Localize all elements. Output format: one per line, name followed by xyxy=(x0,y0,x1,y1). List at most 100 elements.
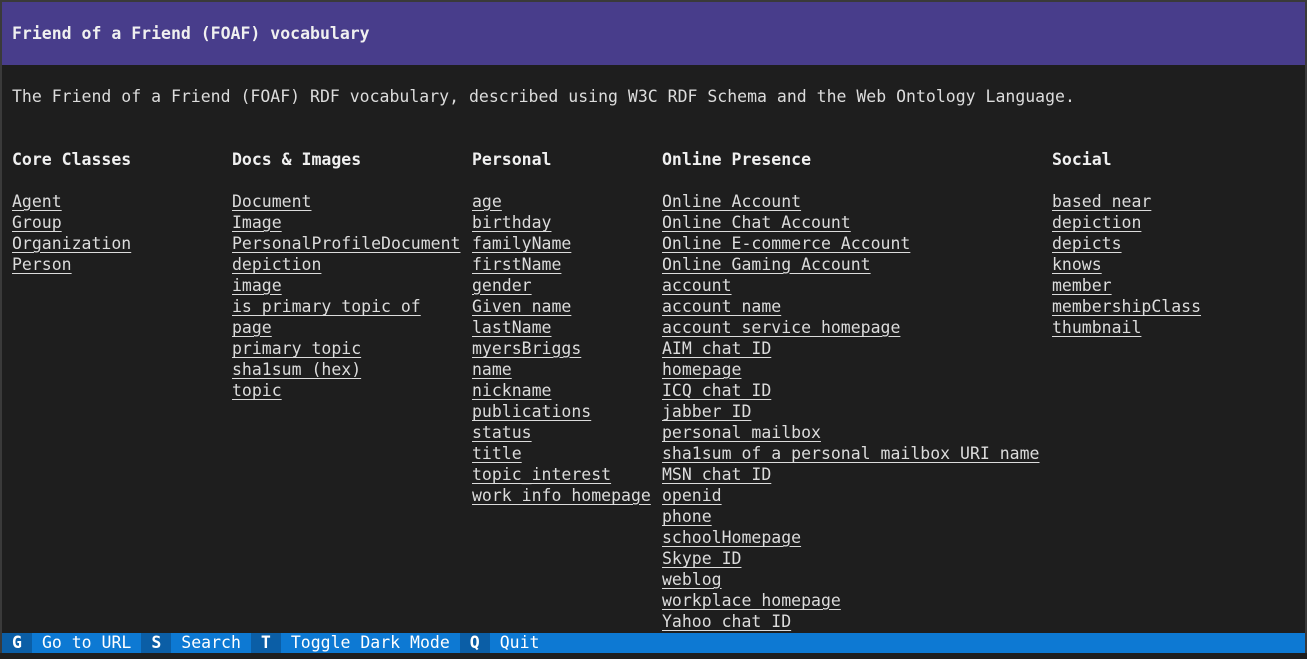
column-heading: Docs & Images xyxy=(232,150,362,169)
vocabulary-term-link[interactable]: AIM chat ID xyxy=(662,339,771,358)
vocabulary-term-link[interactable]: Image xyxy=(232,213,282,232)
list-item: knows xyxy=(1052,254,1201,275)
shortcut-key-search[interactable]: S xyxy=(141,633,172,653)
vocabulary-term-link[interactable]: Document xyxy=(232,192,311,211)
vocabulary-term-link[interactable]: nickname xyxy=(472,381,551,400)
column-core-classes: Core Classes Agent Group Organization Perso… xyxy=(12,149,131,275)
vocabulary-term-link[interactable]: homepage xyxy=(662,360,741,379)
vocabulary-term-link[interactable]: openid xyxy=(662,486,722,505)
vocabulary-term-link[interactable]: Online Account xyxy=(662,192,801,211)
list-item: thumbnail xyxy=(1052,317,1201,338)
vocabulary-term-link[interactable]: Organization xyxy=(12,234,131,253)
list-item: workplace homepage xyxy=(662,590,1040,611)
link-list: based near depiction depicts knows member mem… xyxy=(1052,191,1201,338)
list-item: depiction xyxy=(232,254,460,275)
go-to-url-action[interactable]: Go to URL xyxy=(32,633,141,653)
vocabulary-term-link[interactable]: status xyxy=(472,423,532,442)
vocabulary-term-link[interactable]: thumbnail xyxy=(1052,318,1141,337)
vocabulary-term-link[interactable]: phone xyxy=(662,507,712,526)
link-list: Document Image PersonalProfileDocument depi… xyxy=(232,191,460,401)
vocabulary-term-link[interactable]: ICQ chat ID xyxy=(662,381,771,400)
shortcut-key-quit[interactable]: Q xyxy=(459,633,490,653)
list-item: based near xyxy=(1052,191,1201,212)
list-item: status xyxy=(472,422,651,443)
vocabulary-term-link[interactable]: topic_interest xyxy=(472,465,611,484)
vocabulary-term-link[interactable]: weblog xyxy=(662,570,722,589)
link-list: Online Account Online Chat Account Online … xyxy=(662,191,1040,632)
vocabulary-term-link[interactable]: primary topic xyxy=(232,339,361,358)
toggle-dark-mode-action[interactable]: Toggle Dark Mode xyxy=(281,633,460,653)
vocabulary-term-link[interactable]: birthday xyxy=(472,213,551,232)
list-item: publications xyxy=(472,401,651,422)
vocabulary-term-link[interactable]: schoolHomepage xyxy=(662,528,801,547)
vocabulary-term-link[interactable]: account service homepage xyxy=(662,318,900,337)
page-title: Friend of a Friend (FOAF) vocabulary xyxy=(12,24,370,43)
vocabulary-term-link[interactable]: topic xyxy=(232,381,282,400)
column-social: Social based near depiction depicts knows me… xyxy=(1052,149,1201,338)
vocabulary-term-link[interactable]: workplace homepage xyxy=(662,591,841,610)
vocabulary-term-link[interactable]: Group xyxy=(12,213,62,232)
vocabulary-term-link[interactable]: myersBriggs xyxy=(472,339,581,358)
vocabulary-term-link[interactable]: lastName xyxy=(472,318,551,337)
vocabulary-term-link[interactable]: membershipClass xyxy=(1052,297,1201,316)
vocabulary-term-link[interactable]: Given name xyxy=(472,297,571,316)
shortcut-key-toggle-dark-mode[interactable]: T xyxy=(250,633,281,653)
list-item: schoolHomepage xyxy=(662,527,1040,548)
list-item: Group xyxy=(12,212,131,233)
vocabulary-term-link[interactable]: Person xyxy=(12,255,72,274)
list-item: homepage xyxy=(662,359,1040,380)
vocabulary-term-link[interactable]: account name xyxy=(662,297,781,316)
vocabulary-term-link[interactable]: name xyxy=(472,360,512,379)
vocabulary-term-link[interactable]: Agent xyxy=(12,192,62,211)
vocabulary-term-link[interactable]: depicts xyxy=(1052,234,1122,253)
list-item: myersBriggs xyxy=(472,338,651,359)
quit-action[interactable]: Quit xyxy=(490,633,550,653)
vocabulary-term-link[interactable]: sha1sum of a personal mailbox URI name xyxy=(662,444,1040,463)
vocabulary-term-link[interactable]: page xyxy=(232,318,272,337)
vocabulary-term-link[interactable]: depiction xyxy=(232,255,321,274)
vocabulary-term-link[interactable]: Yahoo chat ID xyxy=(662,612,791,631)
list-item: weblog xyxy=(662,569,1040,590)
vocabulary-term-link[interactable]: firstName xyxy=(472,255,561,274)
list-item: account service homepage xyxy=(662,317,1040,338)
list-item: page xyxy=(232,317,460,338)
list-item: lastName xyxy=(472,317,651,338)
list-item: birthday xyxy=(472,212,651,233)
vocabulary-term-link[interactable]: familyName xyxy=(472,234,571,253)
vocabulary-term-link[interactable]: publications xyxy=(472,402,591,421)
list-item: Organization xyxy=(12,233,131,254)
list-item: topic xyxy=(232,380,460,401)
list-item: gender xyxy=(472,275,651,296)
vocabulary-term-link[interactable]: Online E-commerce Account xyxy=(662,234,910,253)
window-bottom-edge xyxy=(0,653,1307,659)
vocabulary-term-link[interactable]: knows xyxy=(1052,255,1102,274)
vocabulary-term-link[interactable]: work info homepage xyxy=(472,486,651,505)
vocabulary-term-link[interactable]: image xyxy=(232,276,282,295)
vocabulary-term-link[interactable]: PersonalProfileDocument xyxy=(232,234,460,253)
vocabulary-term-link[interactable]: sha1sum (hex) xyxy=(232,360,361,379)
vocabulary-term-link[interactable]: member xyxy=(1052,276,1112,295)
list-item: account xyxy=(662,275,1040,296)
list-item: sha1sum of a personal mailbox URI name xyxy=(662,443,1040,464)
list-item: name xyxy=(472,359,651,380)
shortcut-key-go-to-url[interactable]: G xyxy=(2,633,32,653)
list-item: ICQ chat ID xyxy=(662,380,1040,401)
vocabulary-term-link[interactable]: depiction xyxy=(1052,213,1141,232)
vocabulary-term-link[interactable]: Online Chat Account xyxy=(662,213,851,232)
column-heading: Online Presence xyxy=(662,150,812,169)
page-title-bar: Friend of a Friend (FOAF) vocabulary xyxy=(2,2,1305,65)
vocabulary-term-link[interactable]: personal mailbox xyxy=(662,423,821,442)
vocabulary-term-link[interactable]: title xyxy=(472,444,522,463)
vocabulary-term-link[interactable]: Skype ID xyxy=(662,549,741,568)
list-item: account name xyxy=(662,296,1040,317)
vocabulary-term-link[interactable]: MSN chat ID xyxy=(662,465,771,484)
vocabulary-term-link[interactable]: jabber ID xyxy=(662,402,751,421)
vocabulary-term-link[interactable]: Online Gaming Account xyxy=(662,255,871,274)
search-action[interactable]: Search xyxy=(171,633,251,653)
vocabulary-term-link[interactable]: based near xyxy=(1052,192,1151,211)
vocabulary-term-link[interactable]: age xyxy=(472,192,502,211)
vocabulary-term-link[interactable]: account xyxy=(662,276,732,295)
list-item: Given name xyxy=(472,296,651,317)
vocabulary-term-link[interactable]: is primary topic of xyxy=(232,297,421,316)
vocabulary-term-link[interactable]: gender xyxy=(472,276,532,295)
